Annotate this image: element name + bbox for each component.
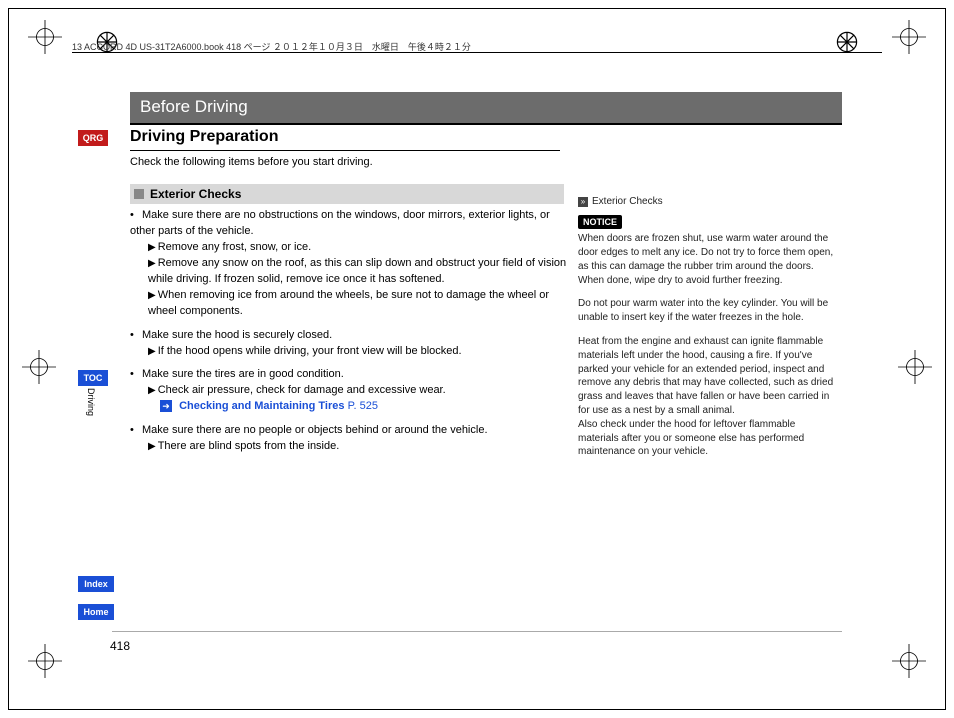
header-rule (72, 52, 882, 53)
bullet-text: Make sure there are no people or objects… (142, 424, 488, 436)
side-heading-label: Exterior Checks (592, 195, 663, 209)
side-paragraph: Heat from the engine and exhaust can ign… (578, 335, 836, 418)
side-column: » Exterior Checks NOTICE When doors are … (578, 195, 836, 469)
section-rule (130, 150, 560, 151)
section-title: Driving Preparation (130, 128, 278, 146)
subbullet-text: There are blind spots from the inside. (158, 440, 340, 452)
arrow-icon: ▶ (148, 441, 156, 452)
xref-page[interactable]: P. 525 (348, 400, 378, 412)
arrow-icon: ▶ (148, 385, 156, 396)
notice-badge: NOTICE (578, 215, 622, 229)
chevrons-icon: » (578, 197, 588, 207)
list-item: •Make sure the hood is securely closed. … (130, 328, 570, 360)
subbullet-text: If the hood opens while driving, your fr… (158, 345, 462, 357)
bullet-text: Make sure there are no obstructions on t… (130, 209, 550, 237)
subbullet-text: Remove any snow on the roof, as this can… (148, 257, 566, 285)
registration-mark-icon (892, 644, 926, 678)
registration-mark-icon (28, 644, 62, 678)
arrow-icon: ▶ (148, 290, 156, 301)
page-number: 418 (110, 639, 130, 653)
main-content: •Make sure there are no obstructions on … (130, 208, 570, 463)
side-paragraph: Do not pour warm water into the key cyli… (578, 297, 836, 325)
registration-mark-icon (22, 350, 56, 384)
side-heading: » Exterior Checks (578, 195, 836, 209)
side-paragraph: Also check under the hood for leftover f… (578, 418, 836, 459)
arrow-icon: ▶ (148, 346, 156, 357)
subbullet-text: Check air pressure, check for damage and… (158, 384, 446, 396)
registration-mark-icon (898, 350, 932, 384)
arrow-icon: ▶ (148, 258, 156, 269)
tab-home[interactable]: Home (78, 604, 114, 620)
chapter-side-label: Driving (86, 388, 96, 416)
registration-mark-icon (28, 20, 62, 54)
subsection-label: Exterior Checks (150, 187, 241, 201)
subsection-heading: Exterior Checks (130, 184, 564, 204)
side-paragraph: When doors are frozen shut, use warm wat… (578, 232, 836, 287)
tab-index[interactable]: Index (78, 576, 114, 592)
list-item: •Make sure there are no obstructions on … (130, 208, 570, 320)
subbullet-text: Remove any frost, snow, or ice. (158, 241, 311, 253)
chapter-heading: Before Driving (130, 92, 842, 125)
square-bullet-icon (134, 189, 144, 199)
subbullet-text: When removing ice from around the wheels… (148, 289, 549, 317)
arrow-icon: ▶ (148, 242, 156, 253)
bullet-text: Make sure the tires are in good conditio… (142, 368, 344, 380)
xref-link[interactable]: Checking and Maintaining Tires (179, 400, 344, 412)
registration-mark-icon (892, 20, 926, 54)
tab-qrg[interactable]: QRG (78, 130, 108, 146)
list-item: •Make sure there are no people or object… (130, 423, 570, 455)
section-intro: Check the following items before you sta… (130, 156, 560, 168)
xref-icon: ➜ (160, 400, 172, 412)
list-item: •Make sure the tires are in good conditi… (130, 367, 570, 415)
bullet-text: Make sure the hood is securely closed. (142, 329, 332, 341)
bottom-rule (112, 631, 842, 632)
tab-toc[interactable]: TOC (78, 370, 108, 386)
